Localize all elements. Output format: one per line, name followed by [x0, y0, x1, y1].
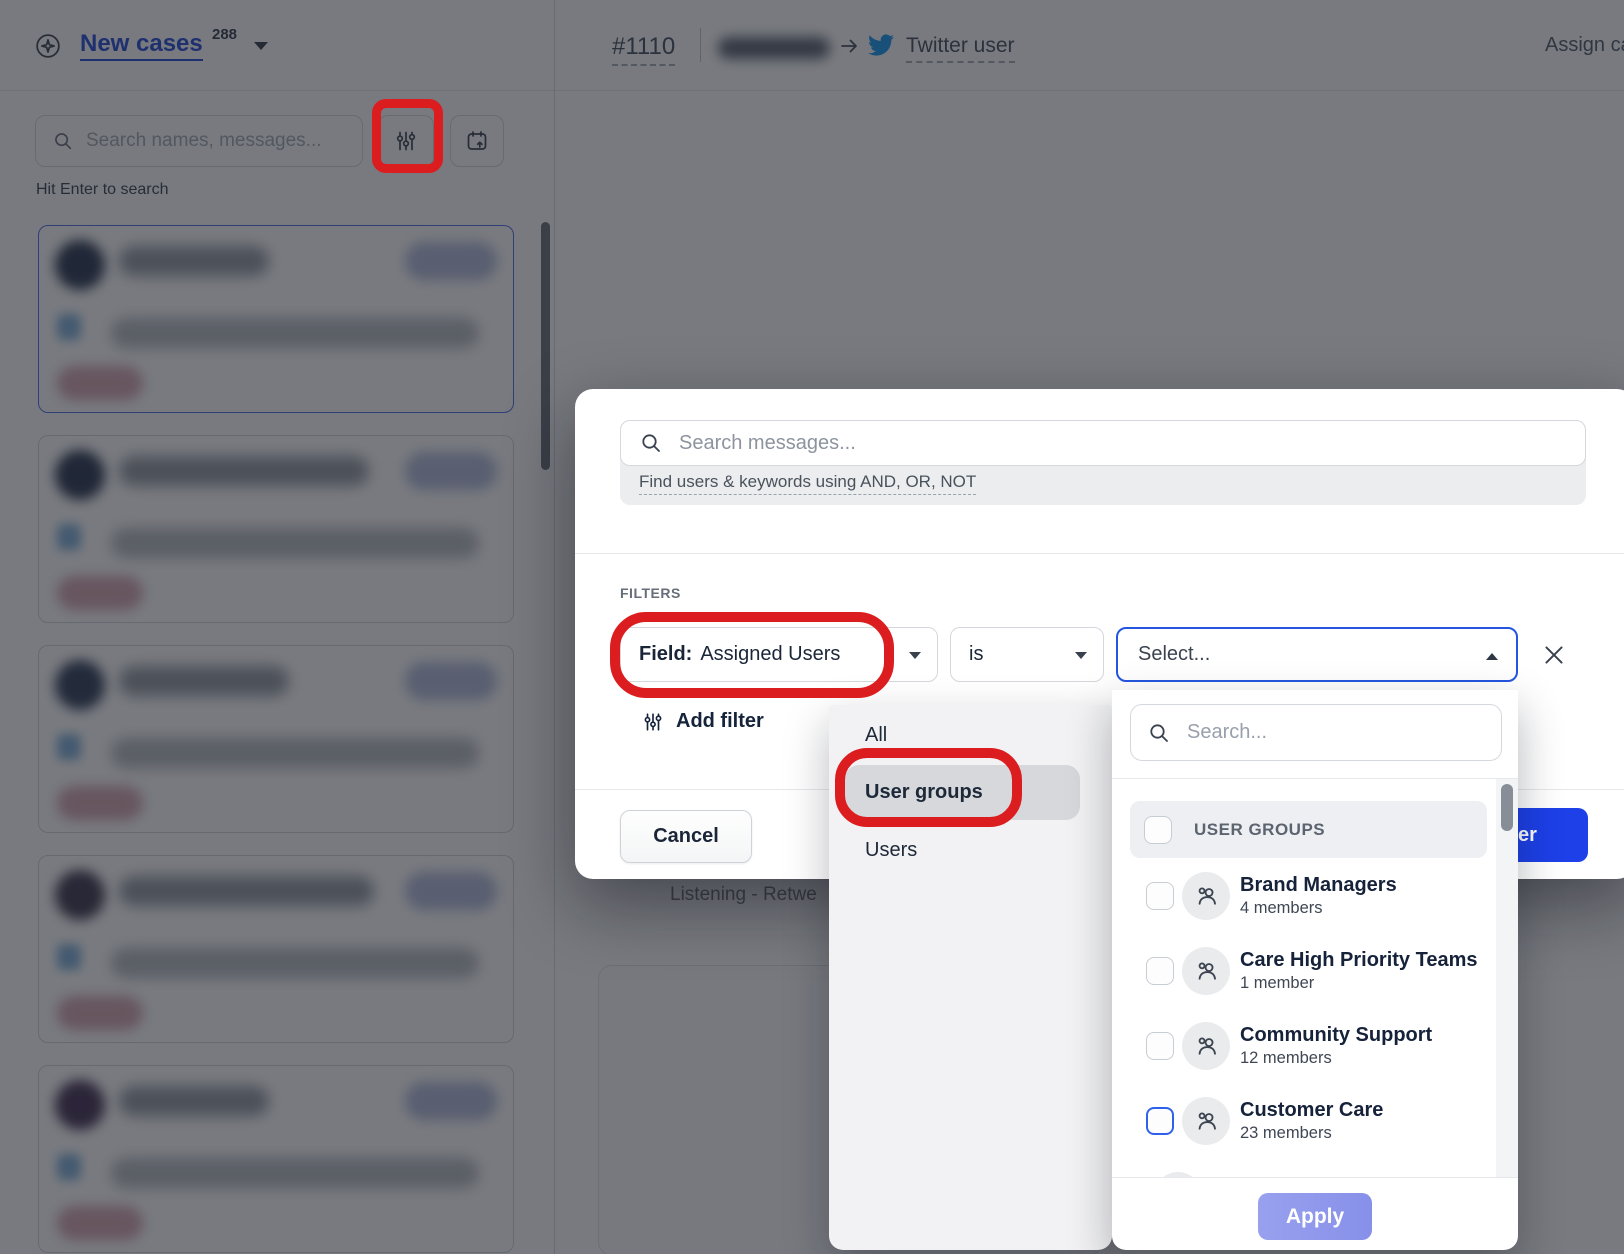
modal-divider — [575, 553, 1624, 554]
group-member-count: 4 members — [1240, 898, 1397, 918]
group-section-label: USER GROUPS — [1194, 820, 1325, 840]
field-dropdown[interactable]: Field: Assigned Users — [620, 627, 938, 682]
group-name: Community Support — [1240, 1024, 1432, 1047]
value-dropdown-open[interactable]: Select... — [1116, 627, 1518, 682]
apply-button[interactable]: Apply — [1258, 1193, 1372, 1240]
type-menu-item[interactable]: Users — [845, 828, 1080, 872]
group-scrollbar[interactable] — [1501, 784, 1513, 831]
people-icon — [1192, 957, 1220, 985]
value-placeholder: Select... — [1138, 643, 1210, 666]
message-search-input[interactable] — [677, 431, 1561, 456]
add-filter-label: Add filter — [676, 710, 764, 733]
group-scroll-track — [1496, 779, 1518, 1177]
group-name: Customer Care — [1240, 1099, 1383, 1122]
type-menu-item-label: All — [865, 724, 887, 747]
group-member-count: 12 members — [1240, 1048, 1432, 1068]
filters-section-label: FILTERS — [620, 585, 681, 601]
user-group-row[interactable]: Community Support 12 members — [1112, 1008, 1496, 1083]
sliders-icon — [642, 711, 664, 733]
remove-filter-button[interactable] — [1541, 642, 1567, 668]
value-select-panel: USER GROUPS Brand Managers 4 members C — [1112, 690, 1518, 1250]
select-all-checkbox[interactable] — [1144, 816, 1172, 844]
user-group-row[interactable]: Customer Care 23 members — [1112, 1083, 1496, 1158]
operator-value: is — [969, 643, 983, 666]
group-checkbox[interactable] — [1146, 882, 1174, 910]
people-icon — [1192, 1032, 1220, 1060]
group-member-count: 1 member — [1240, 973, 1477, 993]
group-avatar — [1182, 1097, 1230, 1145]
group-name: Brand Managers — [1240, 874, 1397, 897]
group-section-header: USER GROUPS — [1130, 801, 1487, 858]
type-menu-item[interactable]: All — [845, 713, 1080, 757]
group-search-input[interactable] — [1185, 720, 1479, 745]
group-member-count: 23 members — [1240, 1123, 1383, 1143]
group-avatar — [1182, 947, 1230, 995]
chevron-up-icon — [1486, 653, 1498, 660]
group-list: Brand Managers 4 members Care High Prior… — [1112, 858, 1496, 1177]
type-menu-item[interactable]: User groups — [845, 765, 1080, 820]
add-filter-button[interactable]: Add filter — [642, 710, 764, 733]
search-helper-text: Find users & keywords using AND, OR, NOT — [639, 472, 976, 495]
value-type-menu: All User groups Users — [829, 705, 1112, 1250]
message-search-box — [620, 420, 1586, 466]
type-menu-item-label: Users — [865, 839, 917, 862]
group-checkbox[interactable] — [1146, 1107, 1174, 1135]
field-prefix: Field: — [639, 643, 692, 666]
group-checkbox[interactable] — [1146, 957, 1174, 985]
people-icon — [1192, 882, 1220, 910]
cancel-button[interactable]: Cancel — [620, 810, 752, 863]
user-group-row[interactable]: Brand Managers 4 members — [1112, 858, 1496, 933]
group-search-box — [1130, 704, 1502, 761]
close-icon — [1541, 642, 1567, 668]
type-menu-item-label: User groups — [865, 781, 983, 804]
field-value: Assigned Users — [700, 643, 840, 666]
group-name: Care High Priority Teams — [1240, 949, 1477, 972]
group-avatar — [1182, 1022, 1230, 1070]
operator-dropdown[interactable]: is — [950, 627, 1104, 682]
panel-footer-divider — [1112, 1177, 1518, 1178]
group-checkbox[interactable] — [1146, 1032, 1174, 1060]
chevron-down-icon — [1075, 652, 1087, 659]
search-icon — [639, 431, 663, 455]
search-icon — [1147, 721, 1171, 745]
chevron-down-icon — [909, 652, 921, 659]
user-group-row[interactable] — [1112, 1158, 1496, 1177]
people-icon — [1192, 1107, 1220, 1135]
group-avatar — [1182, 872, 1230, 920]
user-group-row[interactable]: Care High Priority Teams 1 member — [1112, 933, 1496, 1008]
app-screen: New cases 288 Hit Enter to search — [0, 0, 1624, 1254]
group-list-viewport: USER GROUPS Brand Managers 4 members C — [1112, 779, 1518, 1177]
